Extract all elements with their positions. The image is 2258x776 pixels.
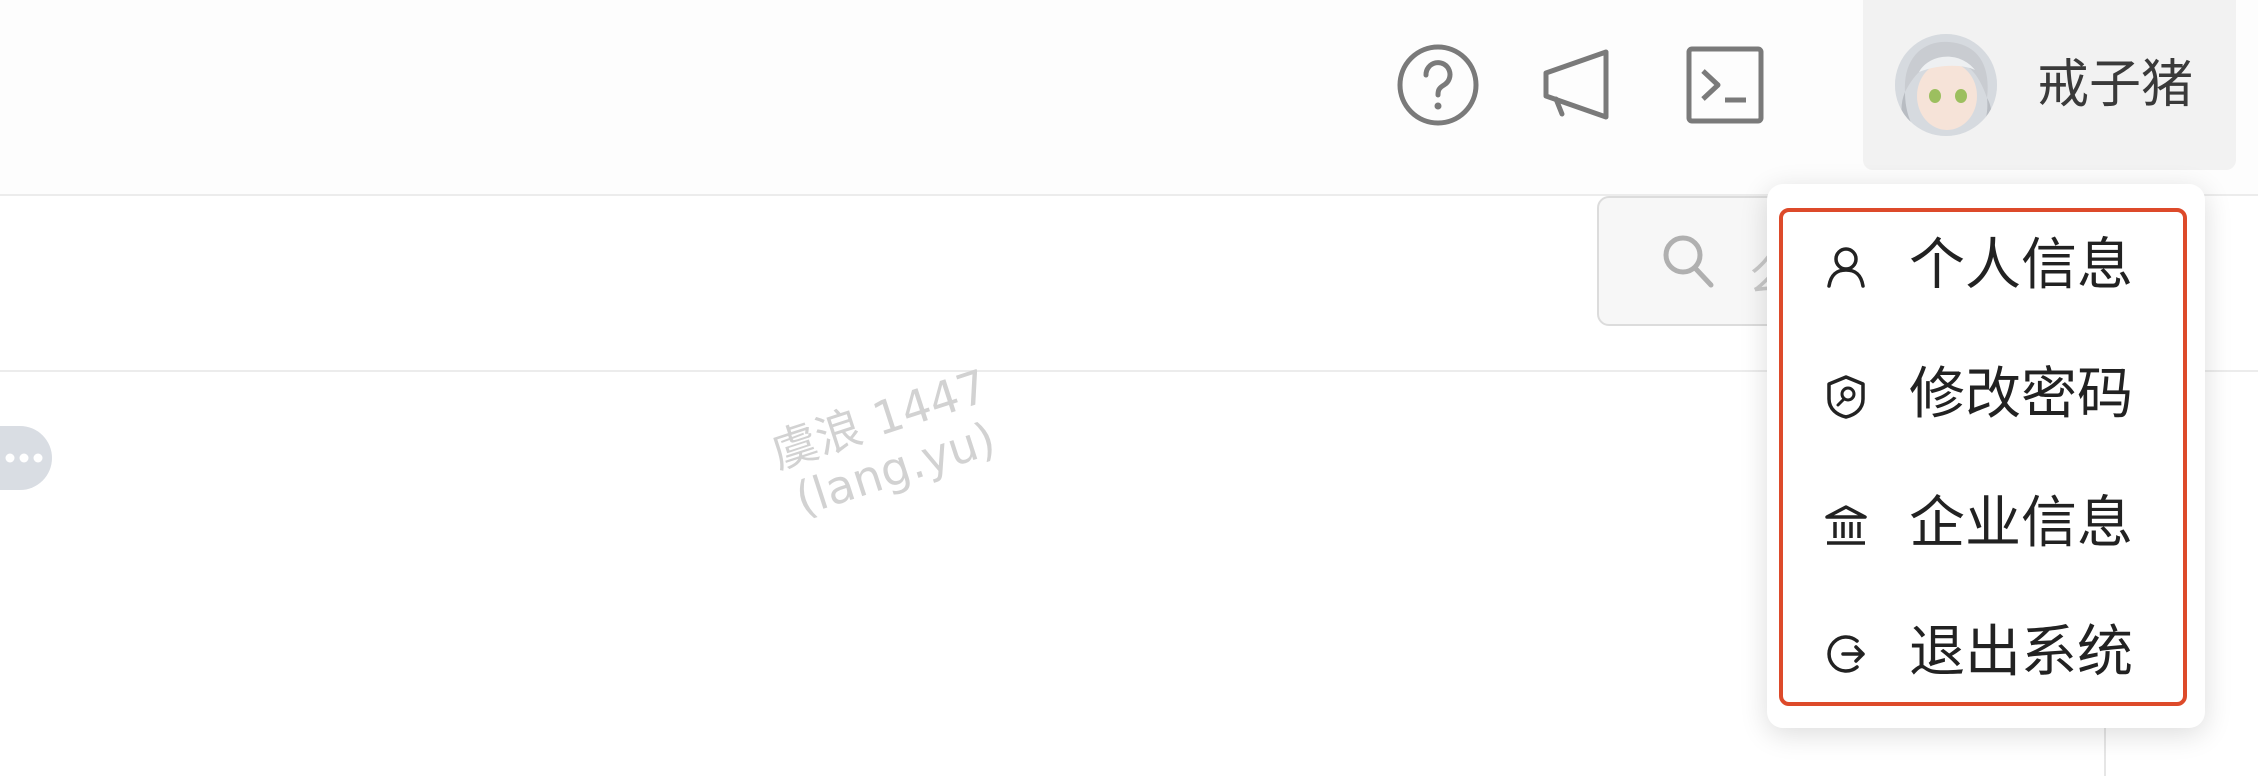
menu-item-company-info[interactable]: 企业信息 <box>1823 484 2163 564</box>
menu-item-label: 修改密码 <box>1909 362 2133 427</box>
avatar <box>1895 34 1997 136</box>
top-header: 戒子猪 <box>0 0 2258 196</box>
terminal-icon[interactable] <box>1680 40 1770 130</box>
menu-item-label: 企业信息 <box>1909 491 2133 556</box>
more-options-button[interactable] <box>0 426 52 490</box>
user-icon <box>1823 244 1869 290</box>
menu-item-logout[interactable]: 退出系统 <box>1823 613 2163 693</box>
user-dropdown-menu: 个人信息 修改密码 企业信息 退出系统 <box>1767 184 2205 728</box>
search-icon <box>1663 235 1714 288</box>
shield-key-icon <box>1823 373 1869 419</box>
user-profile-trigger[interactable]: 戒子猪 <box>1863 0 2236 170</box>
bank-icon <box>1823 502 1869 548</box>
logout-icon <box>1823 631 1869 677</box>
menu-item-label: 退出系统 <box>1909 620 2133 685</box>
megaphone-icon[interactable] <box>1536 40 1626 130</box>
divider <box>2104 720 2106 776</box>
menu-item-change-password[interactable]: 修改密码 <box>1823 355 2163 435</box>
username: 戒子猪 <box>2037 55 2194 115</box>
menu-item-label: 个人信息 <box>1909 233 2133 298</box>
menu-item-profile[interactable]: 个人信息 <box>1823 226 2163 306</box>
help-circle-icon[interactable] <box>1393 40 1483 130</box>
